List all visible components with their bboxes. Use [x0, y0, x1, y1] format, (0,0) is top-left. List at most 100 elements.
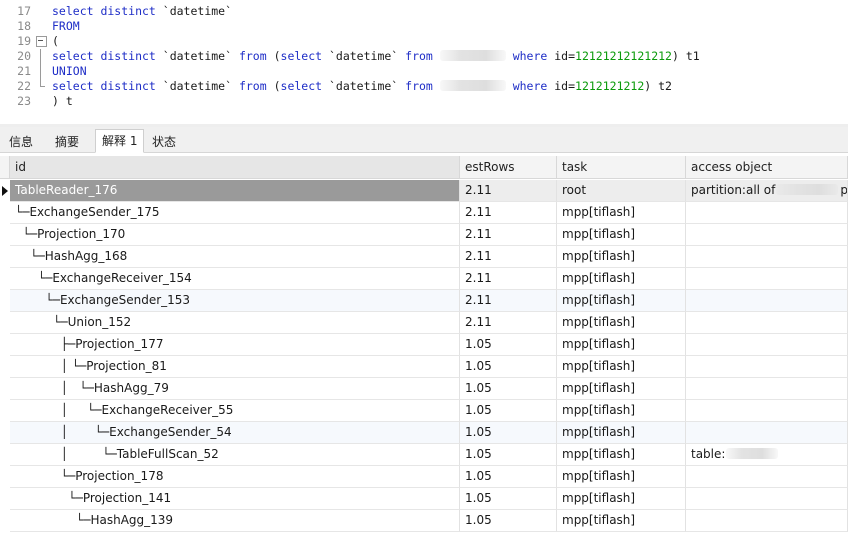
tab-summary[interactable]: 摘要	[48, 131, 86, 153]
cell-id[interactable]: TableReader_176	[10, 180, 460, 202]
cell-estrows[interactable]: 1.05	[460, 444, 557, 466]
cell-id[interactable]: │ └─ExchangeSender_54	[10, 422, 460, 444]
cell-estrows[interactable]: 1.05	[460, 334, 557, 356]
table-row[interactable]: │ └─ExchangeSender_54 1.05 mpp[tiflash]	[0, 422, 848, 444]
cell-id[interactable]: └─ExchangeReceiver_154	[10, 268, 460, 290]
cell-access-object[interactable]	[686, 378, 848, 400]
code-line[interactable]: 19 (	[0, 34, 848, 49]
table-row[interactable]: └─ExchangeSender_153 2.11 mpp[tiflash]	[0, 290, 848, 312]
table-row[interactable]: │ └─TableFullScan_52 1.05 mpp[tiflash] tabl…	[0, 444, 848, 466]
table-row[interactable]: └─ExchangeSender_175 2.11 mpp[tiflash]	[0, 202, 848, 224]
cell-access-object[interactable]: table:	[686, 444, 848, 466]
cell-id[interactable]: │ └─ExchangeReceiver_55	[10, 400, 460, 422]
cell-estrows[interactable]: 2.11	[460, 224, 557, 246]
table-row[interactable]: └─Projection_170 2.11 mpp[tiflash]	[0, 224, 848, 246]
column-header-task[interactable]: task	[557, 156, 686, 179]
cell-access-object[interactable]	[686, 312, 848, 334]
cell-access-object[interactable]	[686, 246, 848, 268]
cell-task[interactable]: mpp[tiflash]	[557, 422, 686, 444]
table-row[interactable]: └─HashAgg_139 1.05 mpp[tiflash]	[0, 510, 848, 532]
cell-task[interactable]: mpp[tiflash]	[557, 268, 686, 290]
cell-estrows[interactable]: 2.11	[460, 202, 557, 224]
table-row[interactable]: └─Projection_178 1.05 mpp[tiflash]	[0, 466, 848, 488]
column-header-id[interactable]: id	[10, 156, 460, 179]
table-row[interactable]: │ └─HashAgg_79 1.05 mpp[tiflash]	[0, 378, 848, 400]
tab-info[interactable]: 信息	[2, 131, 40, 153]
cell-task[interactable]: mpp[tiflash]	[557, 334, 686, 356]
table-row[interactable]: └─ExchangeReceiver_154 2.11 mpp[tiflash]	[0, 268, 848, 290]
table-row[interactable]: └─Projection_141 1.05 mpp[tiflash]	[0, 488, 848, 510]
cell-estrows[interactable]: 2.11	[460, 268, 557, 290]
cell-task[interactable]: mpp[tiflash]	[557, 444, 686, 466]
cell-access-object[interactable]	[686, 488, 848, 510]
cell-estrows[interactable]: 2.11	[460, 290, 557, 312]
cell-id[interactable]: └─Projection_178	[10, 466, 460, 488]
cell-estrows[interactable]: 1.05	[460, 510, 557, 532]
cell-access-object[interactable]	[686, 202, 848, 224]
result-tabbar: 信息 摘要 解释 1 状态	[0, 127, 848, 153]
cell-id[interactable]: │ └─HashAgg_79	[10, 378, 460, 400]
cell-id[interactable]: └─ExchangeSender_153	[10, 290, 460, 312]
cell-task[interactable]: mpp[tiflash]	[557, 290, 686, 312]
cell-task[interactable]: mpp[tiflash]	[557, 224, 686, 246]
cell-access-object[interactable]	[686, 422, 848, 444]
code-line[interactable]: 17 select distinct `datetime`	[0, 4, 848, 19]
cell-task[interactable]: mpp[tiflash]	[557, 488, 686, 510]
cell-task[interactable]: mpp[tiflash]	[557, 312, 686, 334]
cell-estrows[interactable]: 2.11	[460, 312, 557, 334]
table-row[interactable]: └─HashAgg_168 2.11 mpp[tiflash]	[0, 246, 848, 268]
cell-access-object[interactable]	[686, 290, 848, 312]
column-header-access-object[interactable]: access object	[686, 156, 848, 179]
table-row[interactable]: TableReader_176 2.11 root partition:all of p…	[0, 180, 848, 202]
cell-access-object[interactable]	[686, 224, 848, 246]
cell-task[interactable]: mpp[tiflash]	[557, 356, 686, 378]
column-header-estrows[interactable]: estRows	[460, 156, 557, 179]
code-line[interactable]: 21 UNION	[0, 64, 848, 79]
table-row[interactable]: ├─Projection_177 1.05 mpp[tiflash]	[0, 334, 848, 356]
cell-task[interactable]: mpp[tiflash]	[557, 246, 686, 268]
row-marker	[0, 510, 10, 532]
cell-id[interactable]: ├─Projection_177	[10, 334, 460, 356]
code-line[interactable]: 18 FROM	[0, 19, 848, 34]
cell-task[interactable]: mpp[tiflash]	[557, 510, 686, 532]
table-row[interactable]: │ └─Projection_81 1.05 mpp[tiflash]	[0, 356, 848, 378]
code-line[interactable]: 20 select distinct `datetime` from (selec…	[0, 49, 848, 64]
cell-access-object[interactable]: partition:all of pa	[686, 180, 848, 202]
cell-access-object[interactable]	[686, 466, 848, 488]
tab-status[interactable]: 状态	[145, 131, 183, 153]
cell-estrows[interactable]: 2.11	[460, 246, 557, 268]
cell-access-object[interactable]	[686, 268, 848, 290]
cell-estrows[interactable]: 1.05	[460, 356, 557, 378]
cell-task[interactable]: mpp[tiflash]	[557, 400, 686, 422]
table-row[interactable]: │ └─ExchangeReceiver_55 1.05 mpp[tiflash]	[0, 400, 848, 422]
code-line[interactable]: 22 select distinct `datetime` from (selec…	[0, 79, 848, 94]
cell-id[interactable]: └─ExchangeSender_175	[10, 202, 460, 224]
cell-id[interactable]: │ └─Projection_81	[10, 356, 460, 378]
table-row[interactable]: └─Union_152 2.11 mpp[tiflash]	[0, 312, 848, 334]
cell-task[interactable]: mpp[tiflash]	[557, 466, 686, 488]
cell-estrows[interactable]: 1.05	[460, 488, 557, 510]
cell-id[interactable]: └─HashAgg_168	[10, 246, 460, 268]
result-grid[interactable]: id estRows task access object TableReade…	[0, 156, 848, 536]
cell-id[interactable]: └─Projection_170	[10, 224, 460, 246]
cell-access-object[interactable]	[686, 400, 848, 422]
sql-editor[interactable]: 17 select distinct `datetime` 18 FROM 19 (20 s…	[0, 0, 848, 124]
cell-access-object[interactable]	[686, 334, 848, 356]
cell-id[interactable]: └─Projection_141	[10, 488, 460, 510]
cell-id[interactable]: └─Union_152	[10, 312, 460, 334]
cell-estrows[interactable]: 2.11	[460, 180, 557, 202]
cell-task[interactable]: root	[557, 180, 686, 202]
fold-toggle-icon[interactable]	[36, 34, 47, 49]
cell-task[interactable]: mpp[tiflash]	[557, 202, 686, 224]
cell-estrows[interactable]: 1.05	[460, 466, 557, 488]
cell-access-object[interactable]	[686, 510, 848, 532]
cell-estrows[interactable]: 1.05	[460, 378, 557, 400]
cell-estrows[interactable]: 1.05	[460, 400, 557, 422]
cell-access-object[interactable]	[686, 356, 848, 378]
cell-id[interactable]: │ └─TableFullScan_52	[10, 444, 460, 466]
code-line[interactable]: 23) t	[0, 94, 848, 109]
tab-explain-1[interactable]: 解释 1	[95, 129, 145, 153]
cell-id[interactable]: └─HashAgg_139	[10, 510, 460, 532]
cell-estrows[interactable]: 1.05	[460, 422, 557, 444]
cell-task[interactable]: mpp[tiflash]	[557, 378, 686, 400]
